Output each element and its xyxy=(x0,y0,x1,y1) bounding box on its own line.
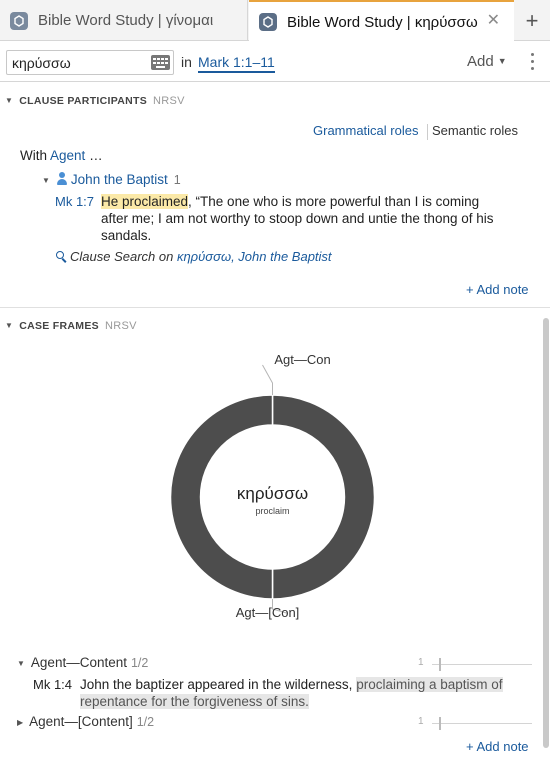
case-frame-row[interactable]: ▶ Agent—[Content] 1/2 xyxy=(17,714,154,729)
search-value: κηρύσσω xyxy=(12,55,71,71)
more-options-icon[interactable] xyxy=(527,53,537,71)
verse-highlight: He proclaimed xyxy=(101,194,189,209)
case-frame-sparkline: 1 xyxy=(418,715,533,731)
person-icon xyxy=(56,172,67,185)
case-frame-fraction: 1/2 xyxy=(130,656,149,670)
slice-leader-line xyxy=(262,364,273,395)
add-menu-button[interactable]: Add ▼ xyxy=(467,53,507,70)
collapse-triangle-icon[interactable]: ▼ xyxy=(17,659,25,668)
clause-participants-header[interactable]: ▼ CLAUSE PARTICIPANTS NRSV xyxy=(5,95,185,107)
with-role-line: With Agent … xyxy=(20,148,103,163)
case-frames-donut-chart: Agt—Con Agt—[Con] κηρύσσω proclaim xyxy=(169,352,376,620)
case-frame-fraction: 1/2 xyxy=(136,715,155,729)
new-tab-button[interactable]: + xyxy=(514,0,550,41)
verse-entry: Mk 1:7 He proclaimed, “The one who is mo… xyxy=(55,193,495,244)
expand-triangle-icon[interactable]: ▶ xyxy=(17,718,23,727)
verse-reference[interactable]: Mk 1:4 xyxy=(33,676,72,693)
reference-range-link[interactable]: Mark 1:1–11 xyxy=(198,54,275,73)
chevron-down-icon: ▼ xyxy=(497,56,507,66)
section-divider xyxy=(0,307,550,308)
tab-bible-word-study-ginomai[interactable]: Bible Word Study | γίνομαι xyxy=(0,0,248,41)
verse-text: John the baptizer appeared in the wilder… xyxy=(80,677,503,709)
grammatical-roles-toggle[interactable]: Grammatical roles xyxy=(313,123,418,138)
chart-center-label: κηρύσσω xyxy=(237,484,308,503)
section-source: NRSV xyxy=(104,320,137,332)
clause-search-term[interactable]: κηρύσσω, John the Baptist xyxy=(177,249,332,264)
slice-label: Agt—Con xyxy=(274,352,330,367)
tab-title: Bible Word Study | γίνομαι xyxy=(38,12,214,29)
toolbar: κηρύσσω in Mark 1:1–11 Add ▼ xyxy=(0,42,550,82)
participant-count: 1 xyxy=(173,173,181,187)
collapse-triangle-icon[interactable]: ▼ xyxy=(42,176,50,185)
collapse-triangle-icon: ▼ xyxy=(5,96,14,105)
section-source: NRSV xyxy=(153,95,185,107)
verse-entry: Mk 1:4 John the baptizer appeared in the… xyxy=(33,676,508,710)
case-frame-row[interactable]: ▼ Agent—Content 1/2 xyxy=(17,655,148,670)
tab-title: Bible Word Study | κηρύσσω xyxy=(287,13,478,31)
participant-row[interactable]: ▼ John the Baptist 1 xyxy=(42,172,181,187)
keyboard-icon[interactable] xyxy=(151,55,170,70)
verse-text: He proclaimed, “The one who is more powe… xyxy=(101,194,494,243)
verse-reference-link[interactable]: Mk 1:7 xyxy=(55,193,94,210)
case-frames-header[interactable]: ▼ CASE FRAMES NRSV xyxy=(5,320,137,332)
scrollbar-thumb[interactable] xyxy=(543,318,549,748)
add-note-button[interactable]: + Add note xyxy=(466,282,529,297)
add-label: Add xyxy=(467,53,494,70)
tab-bible-word-study-kerysso[interactable]: Bible Word Study | κηρύσσω ✕ xyxy=(249,0,514,42)
case-frame-label: Agent—Content xyxy=(30,655,127,670)
chart-center-sublabel: proclaim xyxy=(255,506,289,516)
word-search-input[interactable]: κηρύσσω xyxy=(6,50,174,75)
collapse-triangle-icon: ▼ xyxy=(5,321,14,330)
search-icon xyxy=(56,251,67,263)
add-note-button[interactable]: + Add note xyxy=(466,739,529,754)
tab-bar: Bible Word Study | γίνομαι Bible Word St… xyxy=(0,0,550,42)
in-label: in xyxy=(181,54,192,70)
role-divider xyxy=(427,124,428,140)
logos-app-icon xyxy=(10,11,28,30)
case-frame-sparkline: 1 xyxy=(418,656,533,672)
clause-search-link[interactable]: Clause Search on κηρύσσω, John the Bapti… xyxy=(56,249,332,264)
semantic-roles-toggle[interactable]: Semantic roles xyxy=(432,123,518,138)
case-frame-label: Agent—[Content] xyxy=(29,714,133,729)
close-tab-icon[interactable]: ✕ xyxy=(487,12,500,30)
role-agent-link[interactable]: Agent xyxy=(50,148,85,163)
slice-label: Agt—[Con] xyxy=(236,605,300,620)
participant-name[interactable]: John the Baptist xyxy=(71,172,168,187)
logos-app-icon xyxy=(259,13,277,31)
